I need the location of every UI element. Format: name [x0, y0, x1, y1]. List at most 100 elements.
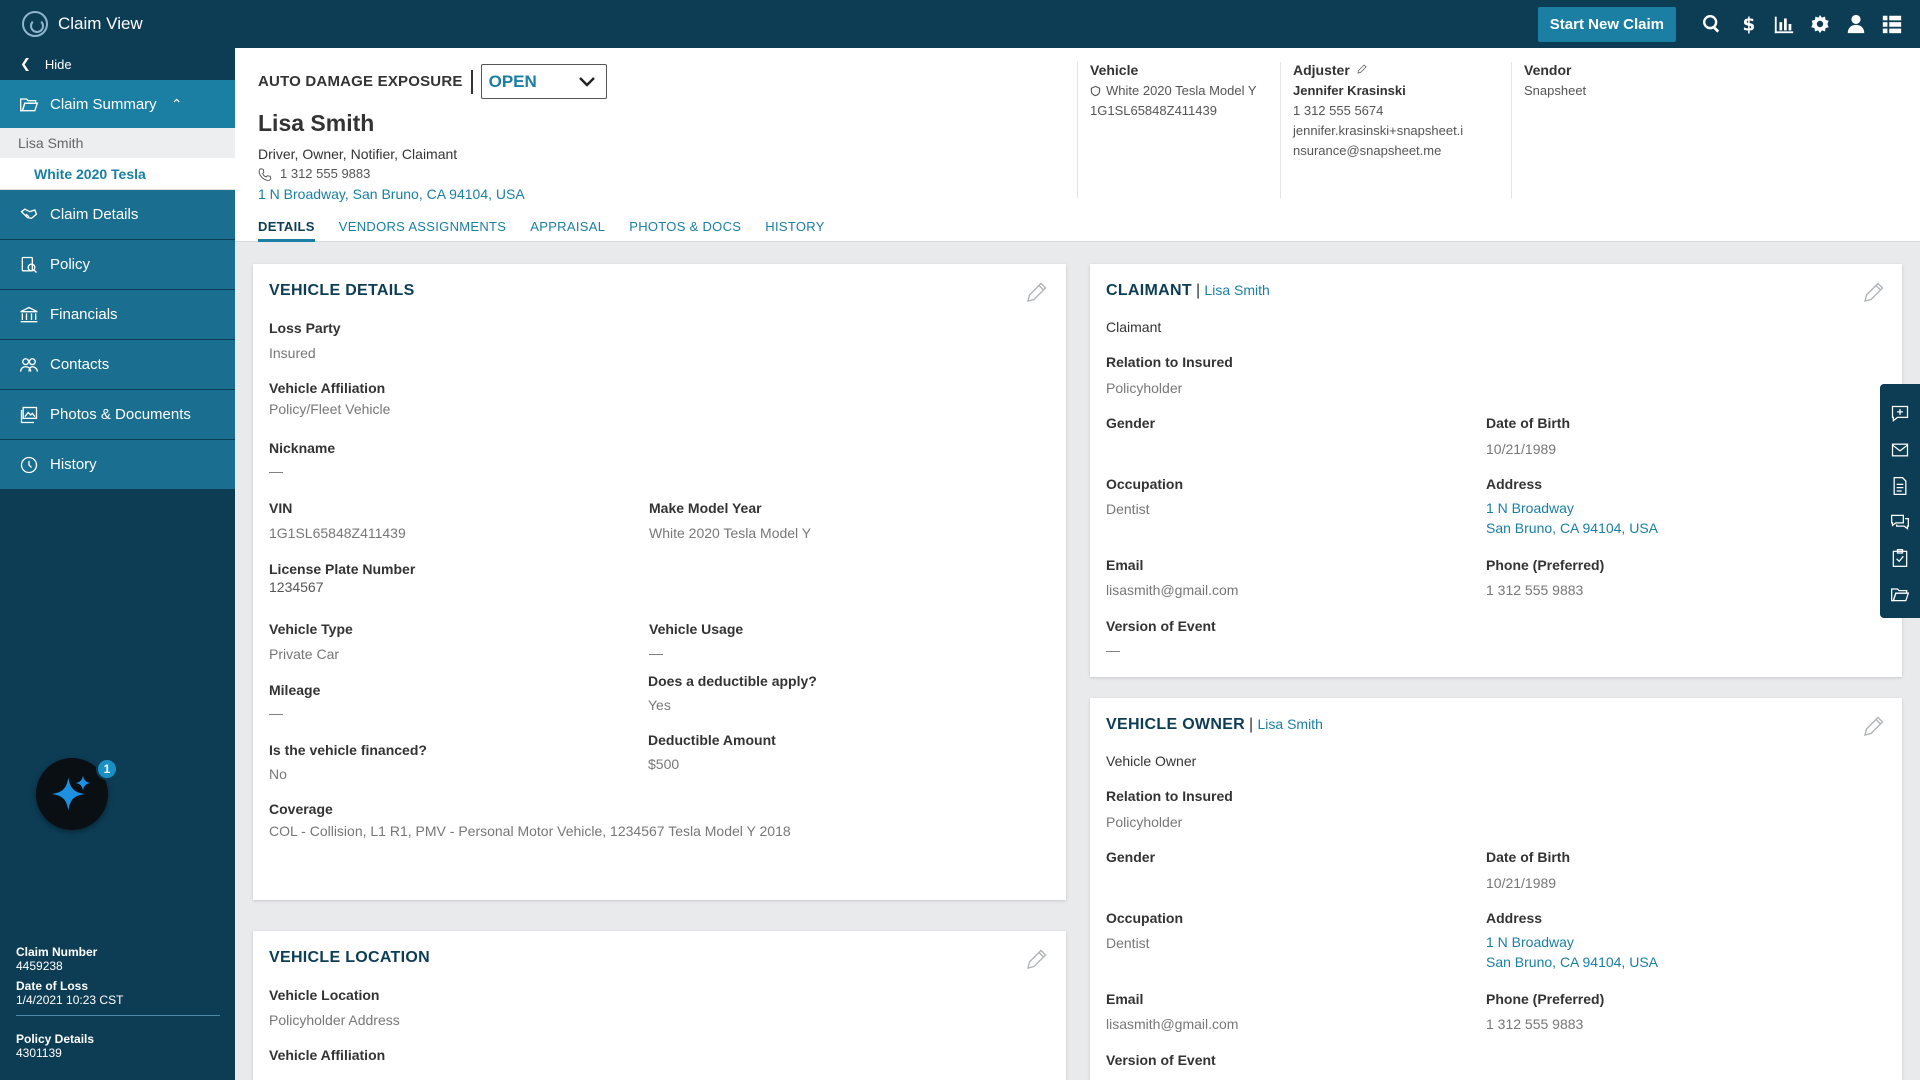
search-icon[interactable] — [1694, 0, 1730, 48]
tab-photos-docs[interactable]: PHOTOS & DOCS — [629, 218, 741, 242]
field-label: Version of Event — [1106, 618, 1216, 634]
document-icon[interactable] — [1880, 468, 1920, 504]
card-title: VEHICLE DETAILS — [269, 282, 415, 299]
sidebar-item-label: History — [50, 456, 97, 473]
address-line1: 1 N Broadway — [1486, 934, 1574, 950]
sidebar-item-financials[interactable]: Financials — [0, 290, 235, 340]
field-value: 1 312 555 9883 — [1486, 1016, 1584, 1032]
mail-icon[interactable] — [1880, 432, 1920, 468]
field-value: Private Car — [269, 646, 340, 662]
party-name: Lisa Smith — [258, 110, 375, 136]
sidebar-item-history[interactable]: History — [0, 440, 235, 490]
field-label: Relation to Insured — [1106, 788, 1233, 804]
tab-appraisal[interactable]: APPRAISAL — [530, 218, 605, 242]
sidebar-item-label: Contacts — [50, 356, 110, 373]
app-title: Claim View — [58, 14, 143, 33]
policy-details-label: Policy Details — [16, 1032, 95, 1046]
field-label: Nickname — [269, 440, 336, 456]
party-phone[interactable]: 1 312 555 9883 — [258, 166, 370, 181]
chart-icon[interactable] — [1766, 0, 1802, 48]
adjuster-name: Jennifer Krasinski — [1293, 83, 1406, 98]
user-icon[interactable] — [1838, 0, 1874, 48]
hide-sidebar-button[interactable]: ❮ Hide — [0, 48, 235, 80]
edit-adjuster-pencil-icon[interactable] — [1350, 62, 1368, 78]
contacts-icon — [18, 354, 40, 376]
notification-badge: 1 — [96, 758, 118, 780]
field-label: Coverage — [269, 801, 333, 817]
field-label: Email — [1106, 991, 1144, 1007]
field-label: License Plate Number — [269, 561, 416, 577]
vendor-info: Vendor Snapsheet — [1511, 62, 1711, 198]
field-value: — — [649, 645, 663, 661]
field-value: 1234567 — [269, 579, 324, 595]
vendor-info-title: Vendor — [1524, 62, 1572, 78]
vehicle-owner-card: VEHICLE OWNER | Lisa Smith Vehicle Owner R… — [1090, 698, 1902, 1080]
status-value: OPEN — [488, 71, 537, 91]
sidebar-subitem-vehicle[interactable]: White 2020 Tesla — [0, 158, 235, 190]
sidebar-subitem-party[interactable]: Lisa Smith — [0, 128, 235, 158]
claim-number-value: 4459238 — [16, 959, 63, 973]
party-address-link[interactable]: 1 N Broadway, San Bruno, CA 94104, USA — [258, 186, 525, 202]
field-value: COL - Collision, L1 R1, PMV - Personal M… — [269, 823, 791, 839]
chat-icon[interactable] — [1880, 504, 1920, 540]
brand[interactable]: Claim View — [22, 11, 143, 37]
tab-history[interactable]: HISTORY — [765, 218, 824, 242]
address-link[interactable]: 1 N Broadway San Bruno, CA 94104, USA — [1486, 498, 1658, 538]
sidebar-item-policy[interactable]: Policy — [0, 240, 235, 290]
address-link[interactable]: 1 N Broadway San Bruno, CA 94104, USA — [1486, 932, 1658, 972]
card-subtitle: Lisa Smith — [1204, 282, 1270, 298]
field-label: Is the vehicle financed? — [269, 742, 427, 758]
edit-pencil-icon[interactable] — [1862, 280, 1886, 304]
field-label: Relation to Insured — [1106, 354, 1233, 370]
vehicle-info: Vehicle White 2020 Tesla Model Y 1G1SL65… — [1077, 62, 1279, 198]
clipboard-icon[interactable] — [1880, 540, 1920, 576]
edit-pencil-icon[interactable] — [1025, 280, 1049, 304]
adjuster-email-line2: nsurance@snapsheet.me — [1293, 143, 1442, 158]
chevron-left-icon: ❮ — [20, 56, 31, 71]
history-icon — [18, 454, 40, 476]
bank-icon — [18, 304, 40, 326]
sidebar-item-claim-summary[interactable]: Claim Summary ⌃ — [0, 80, 235, 128]
sidebar-item-claim-details[interactable]: Claim Details — [0, 190, 235, 240]
sidebar-item-contacts[interactable]: Contacts — [0, 340, 235, 390]
field-value: lisasmith@gmail.com — [1106, 1016, 1239, 1032]
tab-vendors-assignments[interactable]: VENDORS ASSIGNMENTS — [339, 218, 507, 242]
dollar-icon[interactable]: $ — [1730, 0, 1766, 48]
grid-icon[interactable] — [1874, 0, 1910, 48]
shield-icon — [1090, 85, 1101, 97]
sidebar-item-photos-documents[interactable]: Photos & Documents — [0, 390, 235, 440]
policy-icon — [18, 254, 40, 276]
field-label: Does a deductible apply? — [648, 673, 817, 689]
vehicle-location-card: VEHICLE LOCATION Vehicle Location Policy… — [253, 931, 1066, 1080]
tab-details[interactable]: DETAILS — [258, 218, 315, 242]
folder-icon[interactable] — [1880, 576, 1920, 612]
sidebar-item-label: Claim Summary — [50, 95, 157, 113]
chevron-down-icon — [578, 76, 595, 87]
field-value: Policyholder Address — [269, 1012, 400, 1028]
date-of-loss-label: Date of Loss — [16, 979, 89, 993]
address-line2: San Bruno, CA 94104, USA — [1486, 954, 1658, 970]
gear-icon[interactable] — [1802, 0, 1838, 48]
edit-pencil-icon[interactable] — [1025, 947, 1049, 971]
claim-meta: Claim Number 4459238 Date of Loss 1/4/20… — [16, 945, 220, 1066]
field-label: Vehicle Type — [269, 621, 353, 637]
status-select[interactable]: OPEN — [480, 64, 607, 99]
edit-pencil-icon[interactable] — [1862, 714, 1886, 738]
field-value: lisasmith@gmail.com — [1106, 582, 1239, 598]
party-role: Vehicle Owner — [1106, 753, 1197, 769]
field-label: Deductible Amount — [648, 732, 776, 748]
adjuster-info-title: Adjuster — [1293, 62, 1350, 78]
exposure-header: AUTO DAMAGE EXPOSURE OPEN Lisa Smith Dri… — [235, 48, 1920, 242]
field-label: Occupation — [1106, 476, 1184, 492]
field-value: — — [1106, 642, 1120, 658]
field-label: Vehicle Usage — [649, 621, 744, 637]
policy-details-value: 4301139 — [16, 1046, 62, 1060]
field-label: Occupation — [1106, 910, 1184, 926]
start-new-claim-button[interactable]: Start New Claim — [1537, 6, 1676, 42]
svg-text:$: $ — [1743, 14, 1756, 35]
exposure-label: AUTO DAMAGE EXPOSURE — [258, 73, 463, 90]
hide-label: Hide — [44, 56, 72, 72]
add-note-icon[interactable] — [1880, 396, 1920, 432]
field-label: Gender — [1106, 415, 1156, 431]
divider — [16, 1015, 220, 1016]
